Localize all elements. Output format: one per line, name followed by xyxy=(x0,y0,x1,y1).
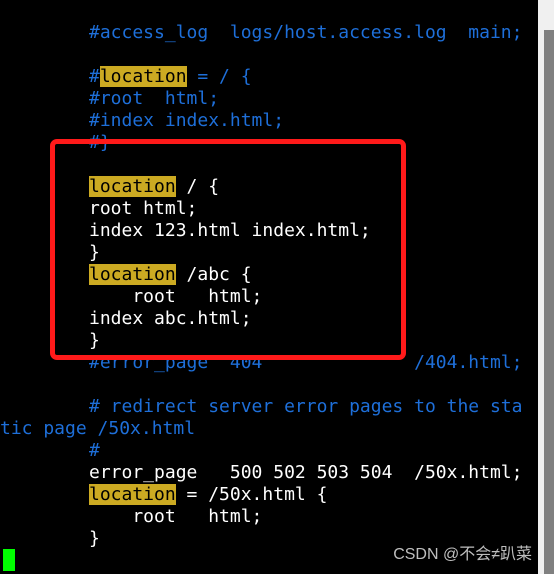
terminal-cursor xyxy=(3,549,15,571)
code-span: = / { xyxy=(186,66,252,87)
terminal-window: #access_log logs/host.access.log main; #… xyxy=(0,0,554,574)
search-match-highlight: location xyxy=(89,484,176,505)
code-span: } xyxy=(89,330,100,351)
code-line: root html; xyxy=(0,506,554,528)
code-span: #} xyxy=(89,132,111,153)
code-line: # redirect server error pages to the sta xyxy=(0,396,554,418)
code-span: # xyxy=(89,66,100,87)
code-line: #location = / { xyxy=(0,66,554,88)
code-line: error_page 500 502 503 504 /50x.html; xyxy=(0,462,554,484)
code-line: } xyxy=(0,330,554,352)
search-match-highlight: location xyxy=(89,264,176,285)
csdn-watermark: CSDN @不会≠趴菜 xyxy=(393,546,532,563)
code-span: root html; xyxy=(89,198,198,219)
code-span: # redirect server error pages to the sta xyxy=(89,396,523,417)
code-line: location / { xyxy=(0,176,554,198)
code-line: root html; xyxy=(0,286,554,308)
code-line: root html; xyxy=(0,198,554,220)
search-match-highlight: location xyxy=(89,176,176,197)
code-line: location /abc { xyxy=(0,264,554,286)
code-span: #access_log logs/host.access.log main; xyxy=(89,22,523,43)
code-line: #error_page 404 /404.html; xyxy=(0,352,554,374)
code-span: index abc.html; xyxy=(89,308,252,329)
code-span: tic page /50x.html xyxy=(0,418,196,439)
code-span: #error_page 404 /404.html; xyxy=(89,352,523,373)
code-line: #index index.html; xyxy=(0,110,554,132)
code-line: } xyxy=(0,242,554,264)
code-line: #root html; xyxy=(0,88,554,110)
search-match-highlight: location xyxy=(99,66,187,87)
code-span: #root html; xyxy=(89,88,220,109)
code-span: / { xyxy=(175,176,220,197)
code-text-area[interactable]: #access_log logs/host.access.log main; #… xyxy=(0,0,538,574)
code-line: # xyxy=(0,440,554,462)
code-span: } xyxy=(89,242,100,263)
code-span: root html; xyxy=(89,286,263,307)
code-span: } xyxy=(89,528,100,549)
code-span: # xyxy=(89,440,100,461)
code-span: #index index.html; xyxy=(89,110,285,131)
code-span: error_page 500 502 503 504 /50x.html; xyxy=(89,462,523,483)
code-line: index abc.html; xyxy=(0,308,554,330)
code-span: = /50x.html { xyxy=(175,484,328,505)
code-line: index 123.html index.html; xyxy=(0,220,554,242)
code-line: #} xyxy=(0,132,554,154)
code-span: index 123.html index.html; xyxy=(89,220,371,241)
vertical-scrollbar-thumb[interactable] xyxy=(544,30,554,574)
vertical-scrollbar-track[interactable] xyxy=(538,0,554,574)
code-span: root html; xyxy=(89,506,263,527)
code-line: #access_log logs/host.access.log main; xyxy=(0,22,554,44)
code-line: tic page /50x.html xyxy=(0,418,538,440)
code-line: location = /50x.html { xyxy=(0,484,554,506)
code-span: /abc { xyxy=(175,264,252,285)
